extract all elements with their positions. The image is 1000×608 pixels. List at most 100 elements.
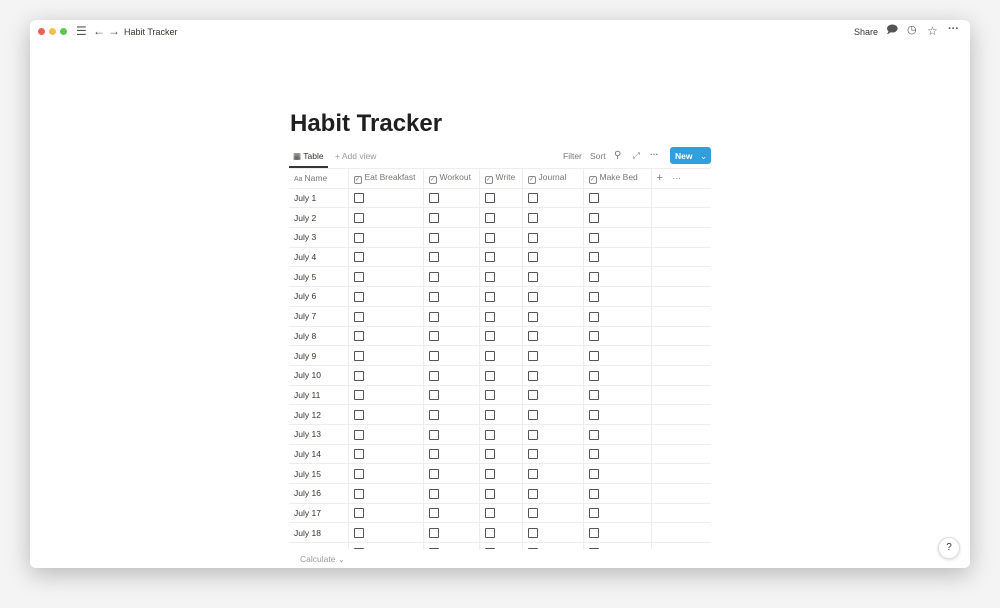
checkbox[interactable] — [428, 331, 439, 342]
add-column-button[interactable]: + ··· — [650, 168, 711, 189]
checkbox[interactable] — [353, 508, 364, 519]
checkbox[interactable] — [428, 390, 439, 401]
checkbox[interactable] — [527, 449, 538, 460]
checkbox[interactable] — [353, 331, 364, 342]
checkbox[interactable] — [484, 409, 495, 420]
checkbox[interactable] — [353, 252, 364, 263]
more-icon[interactable]: ··· — [672, 173, 681, 183]
checkbox[interactable] — [484, 508, 495, 519]
checkbox[interactable] — [588, 350, 599, 361]
checkbox[interactable] — [428, 193, 439, 204]
checkbox[interactable] — [484, 193, 495, 204]
checkbox[interactable] — [527, 370, 538, 381]
checkbox[interactable] — [527, 311, 538, 322]
row-name[interactable]: July 14 — [289, 443, 349, 465]
checkbox[interactable] — [588, 331, 599, 342]
checkbox[interactable] — [484, 311, 495, 322]
checkbox[interactable] — [353, 390, 364, 401]
checkbox[interactable] — [588, 232, 599, 243]
checkbox[interactable] — [484, 547, 495, 549]
row-name[interactable]: July 8 — [289, 325, 349, 347]
checkbox[interactable] — [428, 528, 439, 539]
checkbox[interactable] — [428, 488, 439, 499]
help-button[interactable]: ? — [938, 537, 960, 559]
checkbox[interactable] — [353, 272, 364, 283]
row-name[interactable]: July 18 — [289, 522, 349, 544]
row-name[interactable]: July 7 — [289, 305, 349, 327]
row-name[interactable]: July 19 — [289, 542, 349, 549]
checkbox[interactable] — [484, 429, 495, 440]
checkbox[interactable] — [353, 350, 364, 361]
checkbox[interactable] — [353, 528, 364, 539]
checkbox[interactable] — [484, 232, 495, 243]
checkbox[interactable] — [527, 429, 538, 440]
checkbox[interactable] — [484, 528, 495, 539]
checkbox[interactable] — [428, 252, 439, 263]
checkbox[interactable] — [588, 390, 599, 401]
checkbox[interactable] — [353, 370, 364, 381]
row-name[interactable]: July 11 — [289, 384, 349, 406]
checkbox[interactable] — [428, 449, 439, 460]
row-name[interactable]: July 3 — [289, 227, 349, 248]
checkbox[interactable] — [484, 469, 495, 480]
checkbox[interactable] — [484, 488, 495, 499]
checkbox[interactable] — [484, 213, 495, 224]
row-name[interactable]: July 1 — [289, 187, 349, 209]
checkbox[interactable] — [527, 331, 538, 342]
row-name[interactable]: July 5 — [289, 266, 349, 288]
column-header[interactable]: ✓ Workout — [422, 168, 480, 189]
checkbox[interactable] — [527, 390, 538, 401]
checkbox[interactable] — [527, 193, 538, 204]
checkbox[interactable] — [588, 213, 599, 224]
checkbox[interactable] — [588, 528, 599, 539]
checkbox[interactable] — [428, 350, 439, 361]
row-name[interactable]: July 4 — [289, 246, 349, 268]
checkbox[interactable] — [527, 350, 538, 361]
checkbox[interactable] — [428, 311, 439, 322]
checkbox[interactable] — [428, 213, 439, 224]
checkbox[interactable] — [527, 409, 538, 420]
checkbox[interactable] — [484, 291, 495, 302]
checkbox[interactable] — [428, 429, 439, 440]
checkbox[interactable] — [484, 390, 495, 401]
checkbox[interactable] — [527, 272, 538, 283]
checkbox[interactable] — [588, 488, 599, 499]
checkbox[interactable] — [484, 331, 495, 342]
checkbox[interactable] — [428, 469, 439, 480]
row-name[interactable]: July 9 — [289, 345, 349, 366]
checkbox[interactable] — [527, 469, 538, 480]
checkbox[interactable] — [353, 232, 364, 243]
checkbox[interactable] — [527, 547, 538, 549]
plus-icon[interactable]: + — [657, 172, 663, 184]
row-name[interactable]: July 13 — [289, 423, 349, 445]
checkbox[interactable] — [353, 193, 364, 204]
checkbox[interactable] — [588, 311, 599, 322]
checkbox[interactable] — [353, 213, 364, 224]
checkbox[interactable] — [353, 547, 364, 549]
row-name[interactable]: July 17 — [289, 502, 349, 524]
checkbox[interactable] — [353, 291, 364, 302]
row-name[interactable]: July 16 — [289, 483, 349, 504]
checkbox[interactable] — [588, 291, 599, 302]
checkbox[interactable] — [588, 508, 599, 519]
checkbox[interactable] — [484, 449, 495, 460]
column-header[interactable]: ✓ Write — [478, 168, 523, 189]
checkbox[interactable] — [428, 232, 439, 243]
checkbox[interactable] — [588, 252, 599, 263]
checkbox[interactable] — [527, 252, 538, 263]
checkbox[interactable] — [588, 449, 599, 460]
checkbox[interactable] — [588, 193, 599, 204]
checkbox[interactable] — [353, 488, 364, 499]
checkbox[interactable] — [353, 429, 364, 440]
column-header[interactable]: Aa Name — [289, 168, 349, 189]
row-name[interactable]: July 10 — [289, 364, 349, 386]
checkbox[interactable] — [588, 370, 599, 381]
row-name[interactable]: July 12 — [289, 404, 349, 425]
checkbox[interactable] — [353, 449, 364, 460]
checkbox[interactable] — [428, 272, 439, 283]
checkbox[interactable] — [527, 232, 538, 243]
checkbox[interactable] — [428, 370, 439, 381]
checkbox[interactable] — [428, 291, 439, 302]
checkbox[interactable] — [428, 508, 439, 519]
checkbox[interactable] — [484, 252, 495, 263]
